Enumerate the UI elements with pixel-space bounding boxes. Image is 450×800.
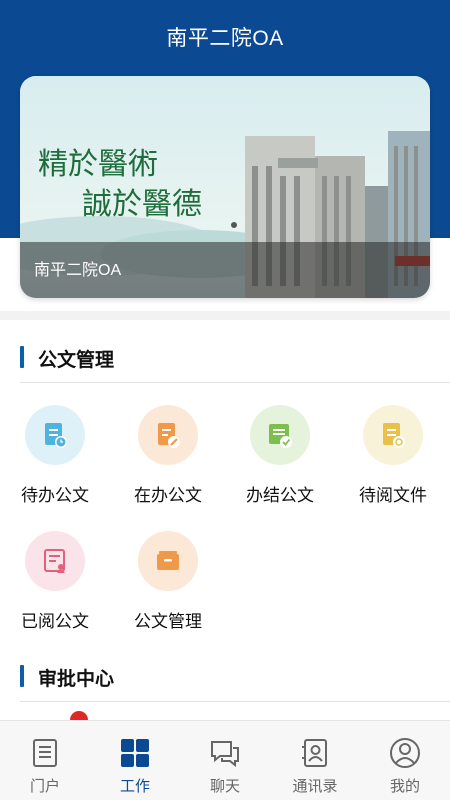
tile-label: 待阅文件 <box>359 486 427 505</box>
work-grid-icon <box>121 739 149 767</box>
tile-label: 在办公文 <box>134 486 202 505</box>
tile-label: 办结公文 <box>246 486 314 505</box>
tile-in-progress-docs[interactable]: 在办公文 <box>113 405 223 515</box>
portal-icon <box>33 739 57 767</box>
tab-profile[interactable]: 我的 <box>360 721 450 800</box>
section-title-approval: 审批中心 <box>38 669 115 690</box>
bottom-tab-bar: 门户 工作 聊天 通讯录 我的 <box>0 720 450 800</box>
tab-label: 门户 <box>29 778 60 795</box>
section-accent-bar <box>20 665 24 687</box>
tab-chat[interactable]: 聊天 <box>180 721 270 800</box>
divider <box>20 701 450 702</box>
tile-doc-management[interactable]: 公文管理 <box>113 531 223 641</box>
banner-caption: 南平二院OA <box>34 262 122 279</box>
tile-label: 公文管理 <box>134 612 202 631</box>
tab-label: 我的 <box>389 778 420 795</box>
tile-read-docs[interactable]: 已阅公文 <box>0 531 110 641</box>
app-title: 南平二院OA <box>166 27 284 50</box>
tile-completed-docs[interactable]: 办结公文 <box>225 405 335 515</box>
tile-label: 待办公文 <box>21 486 89 505</box>
tile-to-read-files[interactable]: 待阅文件 <box>338 405 448 515</box>
tab-label: 通讯录 <box>292 778 338 795</box>
tab-label: 工作 <box>119 778 150 795</box>
section-header-documents: 公文管理 <box>0 334 450 378</box>
profile-icon <box>390 738 420 768</box>
tile-pending-docs[interactable]: 待办公文 <box>0 405 110 515</box>
carousel-indicator[interactable] <box>231 222 237 228</box>
contacts-icon <box>302 739 327 767</box>
chat-icon <box>211 741 239 768</box>
completed-doc-icon <box>250 405 310 465</box>
pending-doc-icon <box>25 405 85 465</box>
banner-carousel[interactable]: 精於醫術 誠於醫德 南平二院OA <box>20 76 430 298</box>
section-header-approval: 审批中心 <box>0 653 450 697</box>
tab-label: 聊天 <box>209 778 240 795</box>
doc-archive-icon <box>138 531 198 591</box>
section-title-documents: 公文管理 <box>38 350 115 371</box>
tab-portal[interactable]: 门户 <box>0 721 90 800</box>
section-separator <box>0 311 450 320</box>
banner-calligraphy-2: 誠於醫德 <box>82 187 202 222</box>
tab-contacts[interactable]: 通讯录 <box>270 721 360 800</box>
tile-label: 已阅公文 <box>21 612 89 631</box>
in-progress-doc-icon <box>138 405 198 465</box>
section-accent-bar <box>20 346 24 368</box>
divider <box>20 382 450 383</box>
read-doc-icon <box>25 531 85 591</box>
tab-work[interactable]: 工作 <box>90 721 180 800</box>
banner-calligraphy-1: 精於醫術 <box>38 147 158 182</box>
to-read-file-icon <box>363 405 423 465</box>
